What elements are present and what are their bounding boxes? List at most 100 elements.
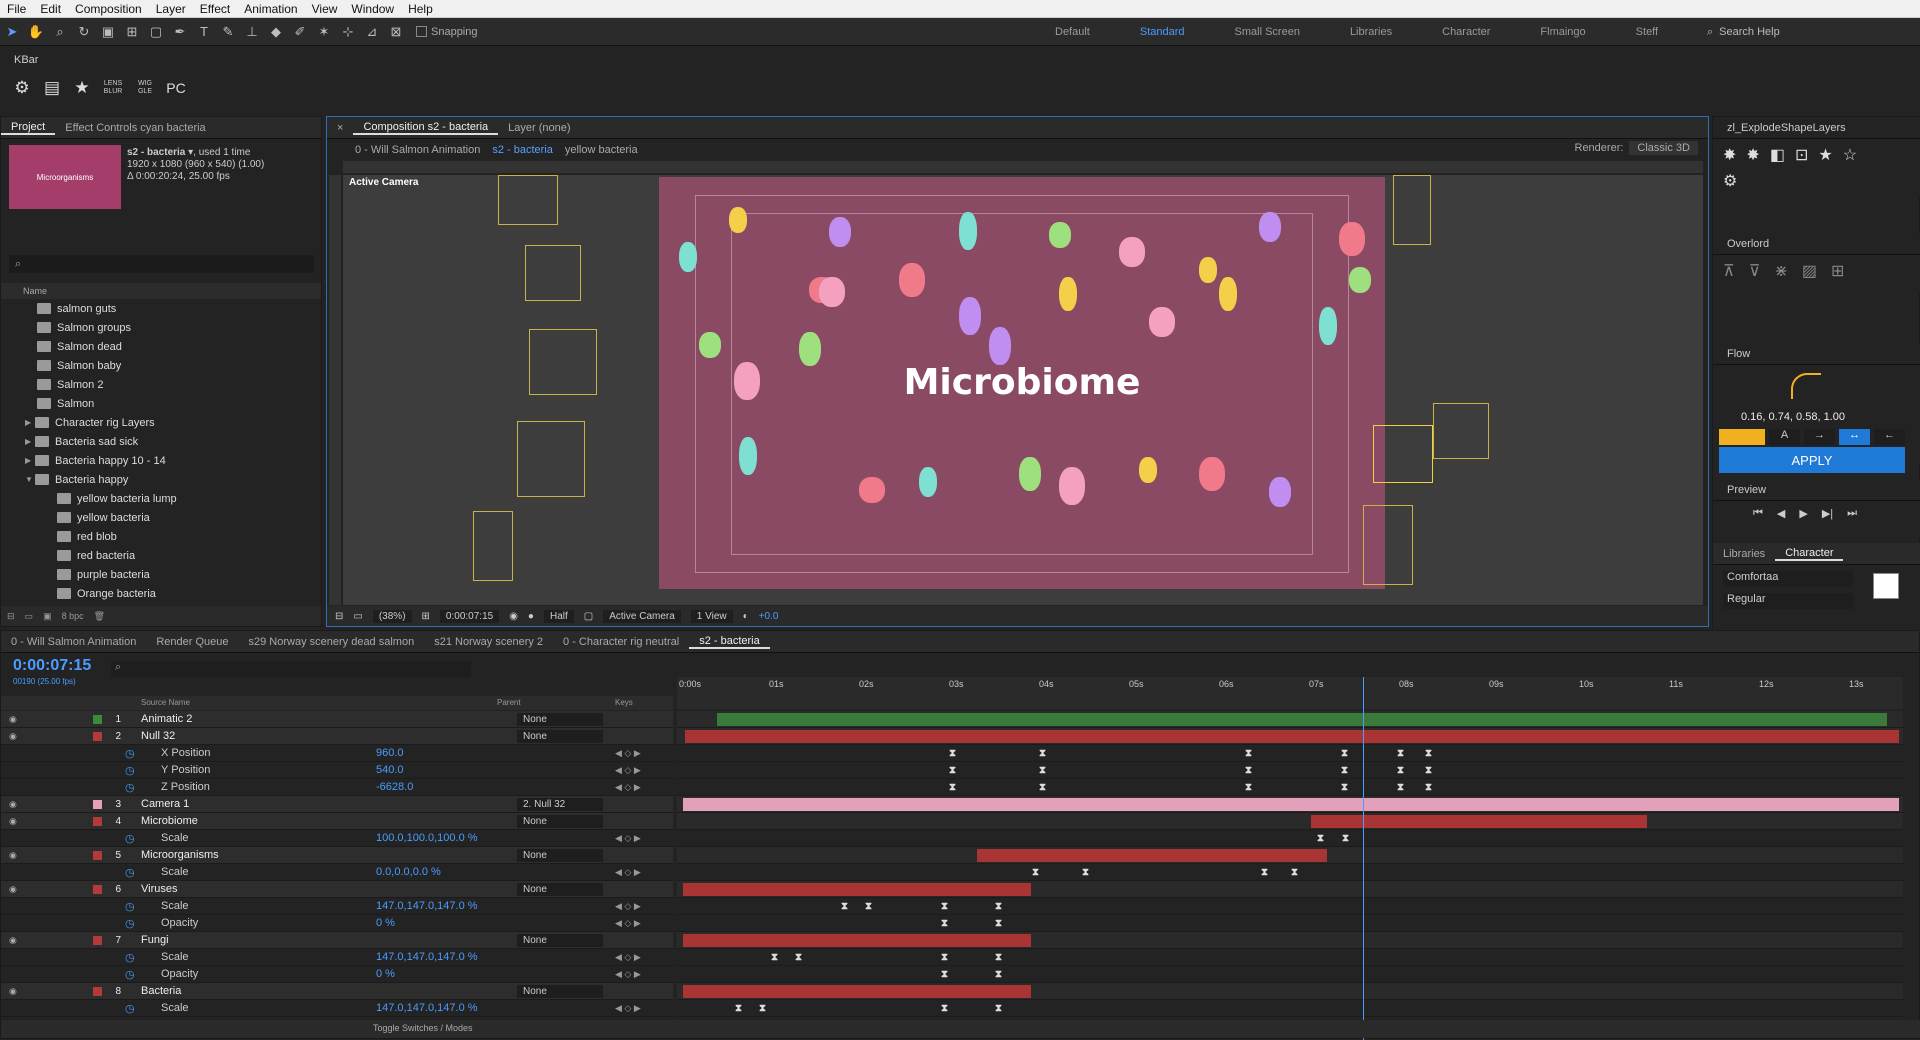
reset-exposure-icon[interactable]: ◐ — [743, 611, 749, 622]
clone-stamp-tool-icon[interactable]: ⊥ — [240, 21, 264, 43]
bacteria-character[interactable] — [699, 332, 721, 358]
star-icon[interactable]: ★ — [70, 76, 94, 100]
keyframe[interactable]: ⧗ — [995, 952, 1002, 963]
timeline-search-input[interactable]: ⌕ — [111, 661, 471, 677]
stopwatch-icon[interactable]: ◷ — [125, 951, 135, 964]
layer-name[interactable]: Null 32 — [141, 730, 175, 742]
snapping-toggle[interactable]: Snapping — [416, 26, 478, 38]
menu-file[interactable]: File — [0, 2, 33, 16]
crumb-2[interactable]: yellow bacteria — [565, 144, 638, 156]
parent-select[interactable]: None — [517, 848, 603, 862]
property-row[interactable]: ◷ Scale 147.0,147.0,147.0 % ◀ ◇ ▶ — [1, 949, 673, 966]
eraser-tool-icon[interactable]: ◆ — [264, 21, 288, 43]
layer-duration-bar[interactable] — [683, 985, 1031, 998]
property-row[interactable]: ◷ Opacity 0 % ◀ ◇ ▶ — [1, 915, 673, 932]
hand-tool-icon[interactable]: ✋ — [24, 21, 48, 43]
view-layout-select[interactable]: 1 View — [690, 609, 733, 623]
timeline-tab[interactable]: Render Queue — [146, 636, 238, 648]
next-frame-icon[interactable]: ▶| — [1822, 507, 1833, 520]
label-color-swatch[interactable] — [93, 799, 102, 809]
bacteria-character[interactable] — [1119, 237, 1145, 267]
keyframe-navigator[interactable]: ◀ ◇ ▶ — [615, 901, 641, 912]
bacteria-character[interactable] — [1219, 277, 1237, 311]
visibility-eye-icon[interactable]: ◉ — [9, 850, 17, 861]
keyframe[interactable]: ⧗ — [1397, 765, 1404, 776]
layer-duration-bar[interactable] — [977, 849, 1327, 862]
property-row[interactable]: ◷ Scale 0.0,0.0,0.0 % ◀ ◇ ▶ — [1, 864, 673, 881]
keyframe-navigator[interactable]: ◀ ◇ ▶ — [615, 782, 641, 793]
stopwatch-icon[interactable]: ◷ — [125, 900, 135, 913]
layer-name[interactable]: Microbiome — [141, 815, 198, 827]
toggle-switches-modes[interactable]: Toggle Switches / Modes — [373, 1023, 473, 1033]
exposure-value[interactable]: +0.0 — [759, 611, 779, 622]
workspace-standard[interactable]: Standard — [1115, 26, 1210, 38]
bacteria-character[interactable] — [1049, 222, 1071, 248]
last-frame-icon[interactable]: ⏭ — [1847, 507, 1857, 520]
menu-effect[interactable]: Effect — [193, 2, 237, 16]
camera-select[interactable]: Active Camera — [603, 609, 681, 623]
keyframe[interactable]: ⧗ — [1082, 867, 1089, 878]
fast-preview-icon[interactable]: ⊟ — [335, 611, 343, 622]
property-row[interactable]: ◷ Scale 147.0,147.0,147.0 % ◀ ◇ ▶ — [1, 898, 673, 915]
visibility-eye-icon[interactable]: ◉ — [9, 884, 17, 895]
new-comp-icon[interactable]: ▣ — [43, 611, 52, 622]
axis-view-icon[interactable]: ⊠ — [384, 21, 408, 43]
property-value[interactable]: 100.0,100.0,100.0 % — [376, 832, 478, 844]
track-row[interactable]: ⧗ ⧗ ⧗ ⧗ — [677, 864, 1903, 881]
track-row[interactable]: ⧗ ⧗ ⧗ ⧗ ⧗ ⧗ — [677, 745, 1903, 762]
chevron-right-icon[interactable]: ▶ — [25, 418, 35, 427]
property-row[interactable]: ◷ Scale 147.0,147.0,147.0 % ◀ ◇ ▶ — [1, 1000, 673, 1017]
layer-name[interactable]: Microorganisms — [141, 849, 219, 861]
zoom-select[interactable]: (38%) — [372, 609, 412, 623]
keyframe[interactable]: ⧗ — [1341, 765, 1348, 776]
keyframe[interactable]: ⧗ — [1245, 782, 1252, 793]
project-item[interactable]: Salmon groups — [1, 318, 306, 337]
stopwatch-icon[interactable]: ◷ — [125, 764, 135, 777]
push-icon[interactable]: ⊼ — [1723, 261, 1735, 281]
arrow-both-icon[interactable]: ↔ — [1839, 429, 1870, 445]
track-row[interactable] — [677, 728, 1903, 745]
puppet-tool-icon[interactable]: ✶ — [312, 21, 336, 43]
keyframe[interactable]: ⧗ — [865, 901, 872, 912]
property-value[interactable]: 147.0,147.0,147.0 % — [376, 900, 478, 912]
pull-icon[interactable]: ⊽ — [1749, 261, 1761, 281]
arrow-left-icon[interactable]: ← — [1874, 429, 1905, 445]
keyframe-navigator[interactable]: ◀ ◇ ▶ — [615, 867, 641, 878]
menu-composition[interactable]: Composition — [68, 2, 149, 16]
bacteria-character[interactable] — [989, 327, 1011, 365]
keyframe[interactable]: ⧗ — [941, 901, 948, 912]
keyframe[interactable]: ⧗ — [1245, 748, 1252, 759]
parent-header[interactable]: Parent — [497, 698, 521, 707]
close-icon[interactable]: × — [327, 122, 353, 134]
crumb-0[interactable]: 0 - Will Salmon Animation — [355, 144, 480, 156]
parent-select[interactable]: None — [517, 882, 603, 896]
keyframe-navigator[interactable]: ◀ ◇ ▶ — [615, 833, 641, 844]
label-color-swatch[interactable] — [93, 816, 102, 826]
bacteria-character[interactable] — [1199, 257, 1217, 283]
tab-libraries[interactable]: Libraries — [1713, 548, 1775, 560]
keyframe[interactable]: ⧗ — [995, 1003, 1002, 1014]
layer-row[interactable]: ◉ 1 Animatic 2 None — [1, 711, 673, 728]
project-item[interactable]: yellow bacteria lump — [1, 489, 306, 508]
visibility-eye-icon[interactable]: ◉ — [9, 986, 17, 997]
property-value[interactable]: 147.0,147.0,147.0 % — [376, 951, 478, 963]
keyframe[interactable]: ⧗ — [1425, 748, 1432, 759]
resolution-select[interactable]: Half — [543, 609, 574, 623]
track-row[interactable] — [677, 796, 1903, 813]
layer-duration-bar[interactable] — [683, 883, 1031, 896]
gear-icon[interactable]: ⚙ — [10, 76, 34, 100]
first-frame-icon[interactable]: ⏮ — [1753, 507, 1763, 520]
parent-select[interactable]: None — [517, 814, 603, 828]
visibility-eye-icon[interactable]: ◉ — [9, 799, 17, 810]
wiggle-button[interactable]: WIG GLE — [132, 80, 158, 96]
keys-header[interactable]: Keys — [615, 698, 633, 707]
bacteria-character[interactable] — [919, 467, 937, 497]
keyframe[interactable]: ⧗ — [841, 901, 848, 912]
tab-character[interactable]: Character — [1775, 547, 1844, 561]
chevron-right-icon[interactable]: ▶ — [25, 437, 35, 446]
monitor-icon[interactable]: ▭ — [353, 611, 362, 622]
project-search-input[interactable]: ⌕ — [9, 255, 314, 273]
layer-bounds[interactable] — [529, 329, 597, 395]
property-row[interactable]: ◷ X Position 960.0 ◀ ◇ ▶ — [1, 745, 673, 762]
layer-duration-bar[interactable] — [683, 934, 1031, 947]
